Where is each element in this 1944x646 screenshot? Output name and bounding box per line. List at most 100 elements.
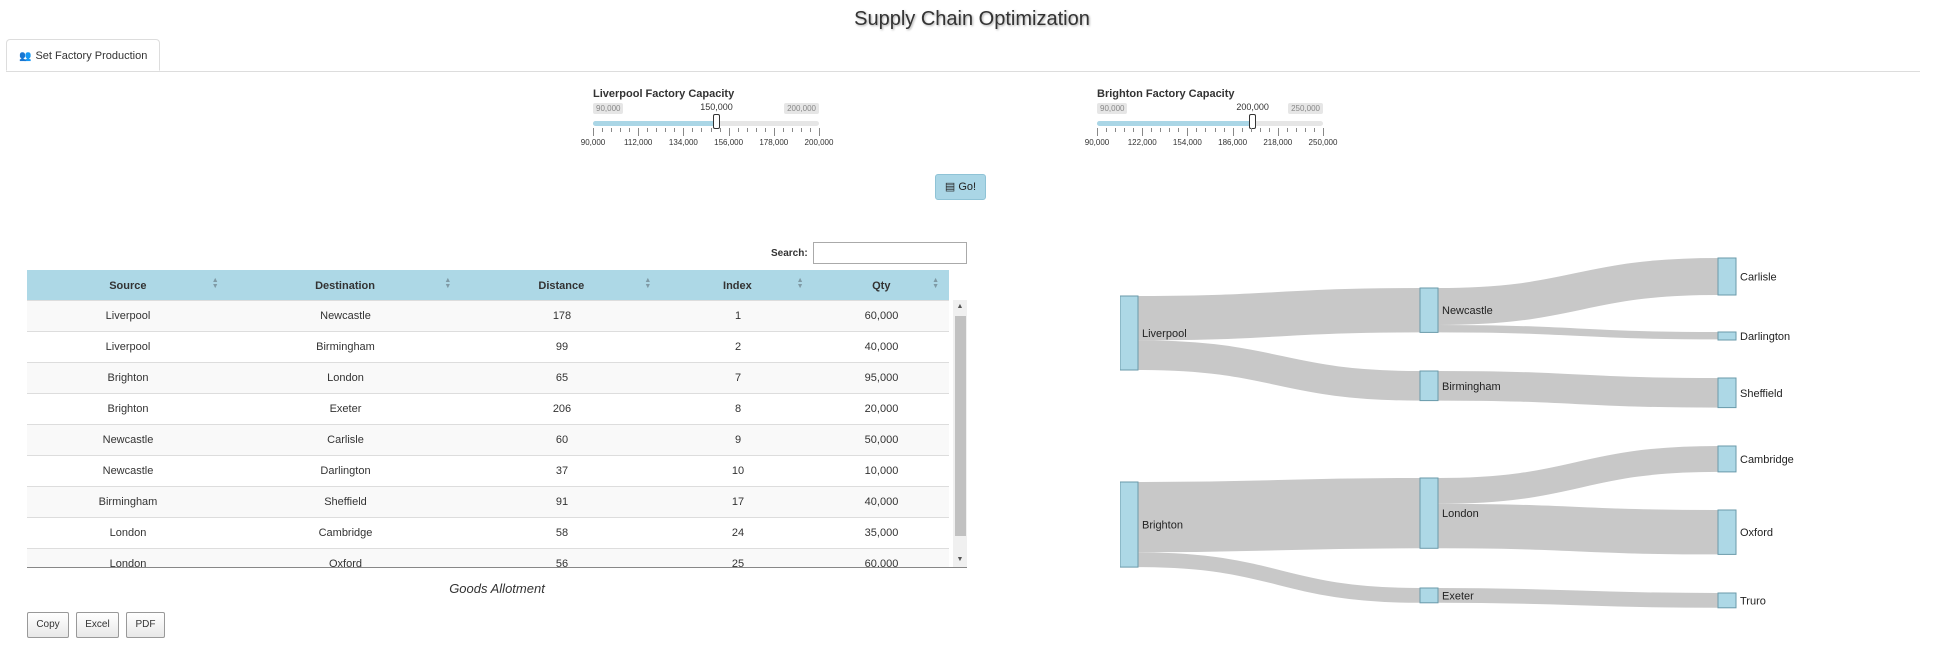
table-row[interactable]: London Oxford 56 25 60,000 [27, 548, 949, 567]
slider-tick [809, 128, 811, 132]
table-cell-source: Newcastle [27, 455, 229, 487]
slider-tick [737, 128, 739, 132]
table-row[interactable]: Newcastle Darlington 37 10 10,000 [27, 455, 949, 487]
column-header-qty[interactable]: Qty ▲ ▼ [813, 270, 949, 302]
slider-tick-label: 134,000 [668, 138, 698, 147]
sort-icon: ▲ ▼ [796, 277, 804, 290]
sankey-link-liverpool-newcastle[interactable] [1137, 288, 1421, 341]
table-cell-index: 17 [662, 486, 814, 518]
sankey-link-london-cambridge[interactable] [1437, 446, 1719, 504]
slider-tick [1115, 128, 1117, 132]
sankey-node-cambridge[interactable] [1717, 445, 1737, 473]
sankey-node-label: Darlington [1740, 331, 1790, 343]
go-button[interactable]: ▤ Go! [935, 174, 986, 200]
column-header-distance[interactable]: Distance ▲ ▼ [461, 270, 662, 302]
search-label: Search: [771, 248, 808, 259]
liverpool-capacity-slider[interactable]: Liverpool Factory Capacity 90,000 200,00… [581, 88, 834, 158]
slider-tick [611, 128, 613, 132]
sankey-node-birmingham[interactable] [1419, 370, 1439, 402]
sort-icon: ▲ ▼ [644, 277, 652, 290]
table-row[interactable]: Liverpool Birmingham 99 2 40,000 [27, 331, 949, 363]
sankey-link-brighton-exeter[interactable] [1137, 552, 1421, 603]
slider-tick [728, 128, 730, 136]
pdf-button[interactable]: PDF [126, 612, 165, 638]
column-header-destination[interactable]: Destination ▲ ▼ [228, 270, 462, 302]
table-cell-distance: 37 [462, 455, 662, 487]
sankey-node-oxford[interactable] [1717, 509, 1737, 555]
table-scrollbar[interactable]: ▲ ▼ [953, 300, 967, 567]
slider-handle[interactable] [1249, 114, 1257, 129]
table-cell-source: Brighton [27, 362, 229, 394]
slider-tick [710, 128, 712, 132]
sankey-node-truro[interactable] [1717, 592, 1737, 609]
chart-icon: ▤ [944, 181, 956, 193]
table-row[interactable]: Brighton London 65 7 95,000 [27, 362, 949, 394]
brighton-capacity-slider[interactable]: Brighton Factory Capacity 90,000 250,000… [1085, 88, 1338, 158]
table-cell-index: 9 [662, 424, 814, 456]
table-cell-destination: Darlington [229, 455, 462, 487]
tab-set-factory-production[interactable]: 👥 Set Factory Production [6, 39, 161, 71]
slider-tick [1169, 128, 1171, 132]
sankey-node-sheffield[interactable] [1717, 377, 1737, 409]
slider-tick-label: 178,000 [759, 138, 789, 147]
table-cell-qty: 40,000 [814, 486, 949, 518]
table-row[interactable]: Liverpool Newcastle 178 1 60,000 [27, 300, 949, 332]
sankey-node-carlisle[interactable] [1717, 257, 1737, 296]
sort-icon: ▲ ▼ [211, 277, 219, 290]
table-cell-qty: 50,000 [814, 424, 949, 456]
sankey-node-exeter[interactable] [1419, 587, 1439, 604]
slider-track[interactable] [1097, 114, 1323, 129]
slider-tick [764, 128, 766, 132]
slider-tick [1241, 128, 1243, 132]
table-row[interactable]: Brighton Exeter 206 8 20,000 [27, 393, 949, 425]
column-header-index[interactable]: Index ▲ ▼ [661, 270, 814, 302]
table-body-scroll[interactable]: Liverpool Newcastle 178 1 60,000 Liverpool Bir… [27, 300, 967, 568]
excel-button[interactable]: Excel [76, 612, 119, 638]
table-cell-distance: 99 [462, 331, 662, 363]
sankey-node-darlington[interactable] [1717, 331, 1737, 341]
slider-tick-label: 186,000 [1218, 138, 1248, 147]
table-row[interactable]: Newcastle Carlisle 60 9 50,000 [27, 424, 949, 456]
sankey-node-newcastle[interactable] [1419, 287, 1439, 333]
table-cell-index: 10 [662, 455, 814, 487]
slider-tick [1295, 128, 1297, 132]
slider-tick [1124, 128, 1126, 132]
copy-button[interactable]: Copy [27, 612, 69, 638]
slider-tick [1160, 128, 1162, 132]
sankey-node-brighton[interactable] [1120, 481, 1139, 568]
sankey-link-exeter-truro[interactable] [1437, 588, 1719, 608]
sankey-node-london[interactable] [1419, 477, 1439, 549]
sankey-link-newcastle-darlington[interactable] [1437, 325, 1719, 340]
slider-value-label: 200,000 [1236, 102, 1269, 112]
slider-tick [620, 128, 622, 132]
goods-allotment-table: Source ▲ ▼ Destination ▲ ▼ Distance ▲ ▼ Index ▲… [27, 270, 967, 568]
sankey-link-newcastle-carlisle[interactable] [1437, 258, 1719, 325]
slider-fill [1097, 121, 1253, 126]
slider-tick [1178, 128, 1180, 132]
sankey-link-liverpool-birmingham[interactable] [1137, 340, 1421, 401]
sankey-node-liverpool[interactable] [1120, 295, 1139, 371]
sankey-node-label: Birmingham [1442, 381, 1501, 393]
table-cell-qty: 95,000 [814, 362, 949, 394]
sort-icon: ▲ ▼ [932, 277, 939, 290]
slider-track[interactable] [593, 114, 819, 129]
scroll-down-icon[interactable]: ▼ [953, 553, 967, 567]
table-cell-index: 1 [662, 300, 814, 332]
column-header-source[interactable]: Source ▲ ▼ [27, 270, 229, 302]
slider-tick [1313, 128, 1315, 132]
table-cell-qty: 40,000 [814, 331, 949, 363]
sankey-link-brighton-london[interactable] [1137, 478, 1421, 553]
slider-tick [1142, 128, 1144, 136]
scroll-thumb[interactable] [955, 316, 966, 536]
table-row[interactable]: London Cambridge 58 24 35,000 [27, 517, 949, 549]
sankey-node-label: Newcastle [1442, 305, 1493, 317]
sankey-link-london-oxford[interactable] [1437, 503, 1719, 555]
table-cell-distance: 58 [462, 517, 662, 549]
table-row[interactable]: Birmingham Sheffield 91 17 40,000 [27, 486, 949, 518]
table-cell-destination: Oxford [229, 548, 462, 567]
slider-tick [800, 128, 802, 132]
scroll-up-icon[interactable]: ▲ [953, 300, 967, 314]
slider-handle[interactable] [713, 114, 721, 129]
slider-tick [791, 128, 793, 132]
search-input[interactable] [813, 242, 967, 264]
